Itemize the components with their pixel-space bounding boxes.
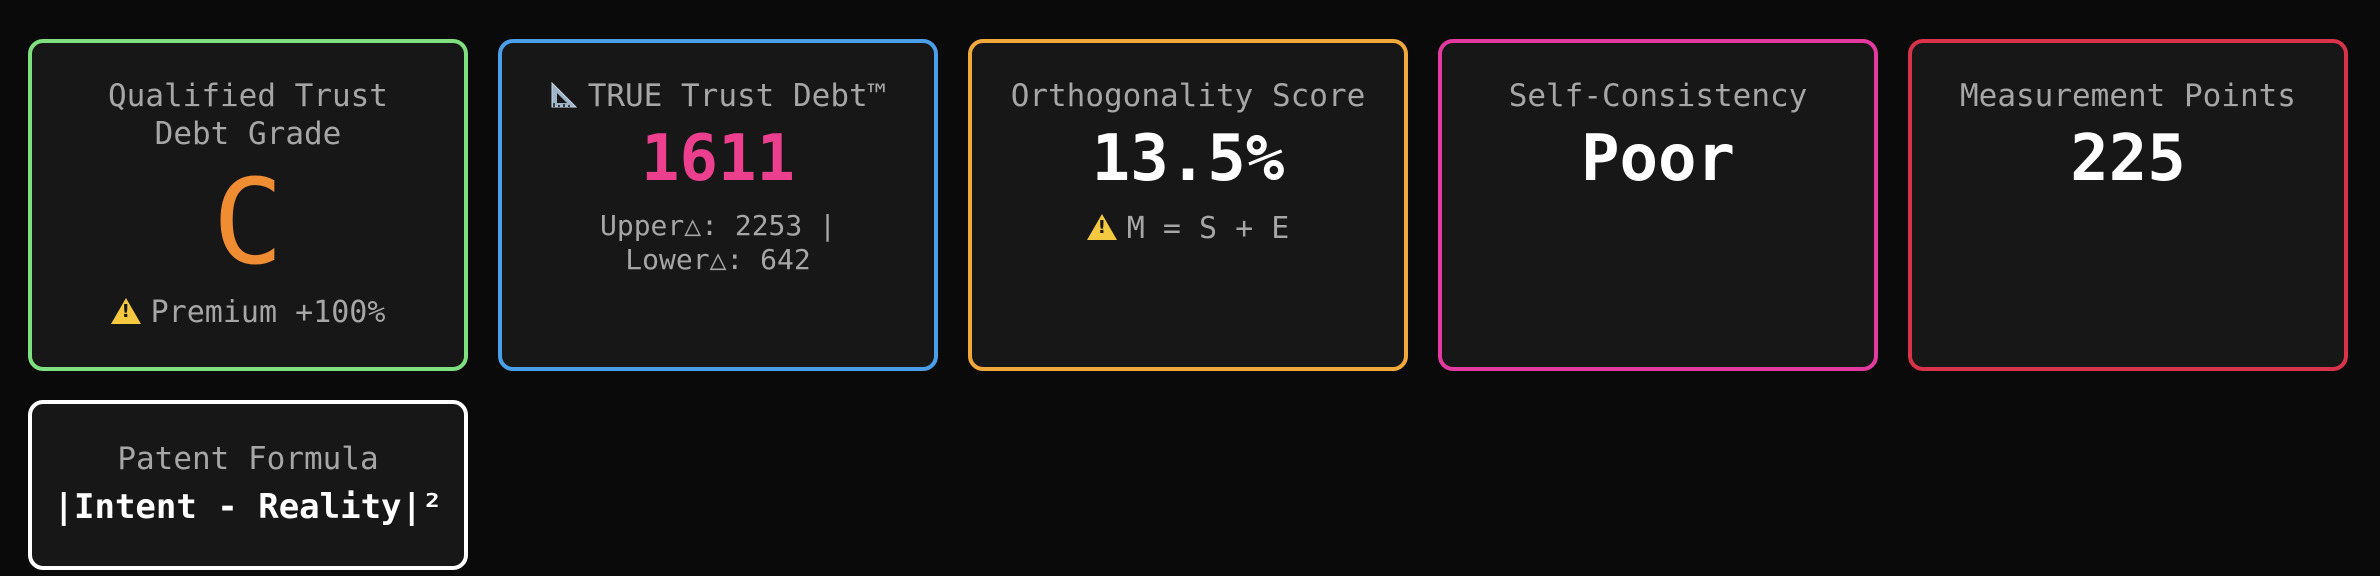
metrics-dashboard: Qualified Trust Debt Grade C Premium +10… [0,0,2380,576]
warning-icon [110,298,141,324]
orthogonality-card-title: Orthogonality Score [1010,78,1366,114]
formula-note: M = S + E [972,209,1404,249]
measurement-points-card: Measurement Points 225 [1908,39,2348,371]
true-debt-title-text: TRUE Trust Debt™ [587,78,887,114]
grade-card-title: Qualified Trust Debt Grade [108,78,388,152]
orthogonality-value: 13.5% [1091,122,1285,196]
premium-note: Premium +100% [32,293,464,333]
patent-formula-value: |Intent - Reality|² [53,487,443,527]
formula-note-text: M = S + E [1126,211,1290,246]
premium-note-text: Premium +100% [150,295,386,330]
patent-formula-card: Patent Formula |Intent - Reality|² [28,400,468,570]
self-consistency-card: Self-Consistency Poor [1438,39,1878,371]
self-consistency-card-title: Self-Consistency [1508,78,1808,114]
trust-debt-grade-card: Qualified Trust Debt Grade C Premium +10… [28,39,468,371]
grade-value: C [212,153,284,291]
warning-icon [1086,214,1117,240]
true-debt-card-title: TRUE Trust Debt™ [502,77,934,115]
orthogonality-score-card: Orthogonality Score 13.5% M = S + E [968,39,1408,371]
true-debt-value: 1611 [640,122,796,196]
self-consistency-value: Poor [1580,122,1736,196]
triangle-breakdown: Upper△: 2253 | Lower△: 642 [599,209,836,276]
measurement-points-card-title: Measurement Points [1960,78,2296,114]
measurement-points-value: 225 [2070,122,2186,196]
true-trust-debt-card: TRUE Trust Debt™ 1611 Upper△: 2253 | Low… [498,39,938,371]
triangular-ruler-icon [550,80,578,108]
patent-formula-card-title: Patent Formula [117,441,379,477]
